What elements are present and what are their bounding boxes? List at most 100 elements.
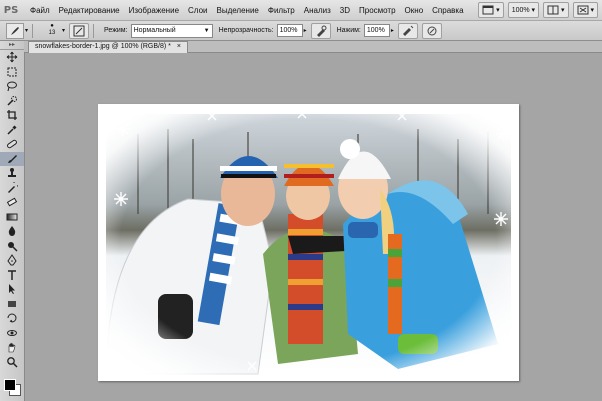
pen-icon	[7, 254, 17, 266]
tools-panel: ▸▸	[0, 41, 25, 401]
arrange-icon	[547, 5, 559, 15]
bandage-icon	[7, 140, 17, 149]
type-tool[interactable]	[0, 268, 24, 283]
3d-rotate-icon	[7, 313, 17, 323]
close-tab-icon[interactable]: ×	[177, 43, 181, 50]
menu-window[interactable]: Окно	[405, 6, 424, 15]
crop-tool[interactable]	[0, 108, 24, 123]
eyedropper-icon	[7, 125, 17, 135]
document-tab[interactable]: snowflakes-border-1.jpg @ 100% (RGB/8) *…	[28, 41, 188, 53]
opacity-pressure-button[interactable]	[310, 22, 331, 39]
menu-layers[interactable]: Слои	[188, 6, 207, 15]
menu-view[interactable]: Просмотр	[359, 6, 396, 15]
hand-tool[interactable]	[0, 340, 24, 355]
lasso-icon	[7, 81, 17, 92]
eyedropper-tool[interactable]	[0, 123, 24, 138]
brush-dropdown-arrow[interactable]: ▾	[62, 27, 65, 34]
document-tab-bar: snowflakes-border-1.jpg @ 100% (RGB/8) *…	[24, 41, 602, 53]
lasso-tool[interactable]	[0, 79, 24, 94]
screen-mode-icon	[482, 5, 494, 15]
opacity-label: Непрозрачность:	[218, 27, 274, 34]
3d-orbit-icon	[7, 329, 17, 336]
preset-dropdown-arrow[interactable]: ▾	[25, 27, 28, 34]
rectangle-icon	[8, 300, 16, 307]
menu-file[interactable]: Файл	[30, 6, 50, 15]
menu-3d[interactable]: 3D	[340, 6, 350, 15]
pressure-label: Нажим:	[336, 27, 361, 34]
options-bar: ▾ ● 13 ▾ Режим: Нормальный Непрозрачност…	[0, 21, 602, 41]
brush-tool[interactable]	[0, 151, 24, 166]
screen-mode-button[interactable]: ▾	[478, 2, 504, 18]
menu-analysis[interactable]: Анализ	[304, 6, 331, 15]
marquee-tool[interactable]	[0, 65, 24, 80]
airbrush-button[interactable]	[397, 22, 418, 39]
airbrush-icon	[402, 25, 414, 36]
zoom-level-select[interactable]: 100% ▾	[507, 2, 540, 18]
quick-select-tool[interactable]	[0, 94, 24, 109]
app-logo: PS	[3, 4, 19, 16]
tool-preset-picker[interactable]	[6, 22, 24, 39]
pen-tool[interactable]	[0, 253, 24, 268]
foreground-color-swatch[interactable]	[4, 379, 16, 391]
type-icon	[8, 270, 16, 280]
menu-filter[interactable]: Фильтр	[268, 6, 295, 15]
tablet-pressure-icon	[427, 26, 437, 35]
brush-preset-picker[interactable]: ● 13	[43, 23, 61, 39]
opacity-input[interactable]: 100%	[276, 24, 303, 37]
healing-brush-tool[interactable]	[0, 137, 24, 152]
blur-tool[interactable]	[0, 224, 24, 239]
zoom-level-value: 100%	[511, 6, 530, 14]
dodge-tool[interactable]	[0, 239, 24, 254]
arrow-cursor-icon	[9, 284, 15, 295]
pressure-dropdown-arrow[interactable]: ▸	[391, 27, 394, 34]
brush-size-value: 13	[48, 29, 56, 36]
blend-mode-select[interactable]: Нормальный	[130, 23, 213, 38]
pen-pressure-icon	[316, 25, 327, 37]
arrange-documents-button[interactable]: ▾	[543, 2, 569, 18]
3d-orbit-tool[interactable]	[0, 326, 24, 341]
separator	[93, 23, 95, 38]
magnifier-icon	[7, 356, 18, 368]
menu-help[interactable]: Справка	[432, 6, 463, 15]
zoom-tool[interactable]	[0, 355, 24, 370]
path-selection-tool[interactable]	[0, 282, 24, 297]
stamp-icon	[8, 168, 16, 178]
gradient-tool[interactable]	[0, 210, 24, 225]
menu-select[interactable]: Выделение	[216, 6, 258, 15]
separator	[32, 23, 34, 38]
crop-icon	[7, 110, 17, 121]
history-brush-tool[interactable]	[0, 181, 24, 196]
document-tab-title: snowflakes-border-1.jpg @ 100% (RGB/8) *	[35, 43, 171, 50]
paintbrush-icon	[8, 154, 17, 163]
3d-rotate-tool[interactable]	[0, 311, 24, 326]
clone-stamp-tool[interactable]	[0, 166, 24, 181]
mode-label: Режим:	[104, 27, 128, 34]
droplet-icon	[8, 226, 16, 237]
brush-icon	[11, 26, 19, 35]
move-icon	[6, 51, 18, 63]
menu-bar: PS Файл Редактирование Изображение Слои …	[0, 0, 602, 21]
dodge-icon	[8, 241, 18, 252]
brush-panel-toggle[interactable]	[69, 22, 90, 39]
hand-icon	[8, 343, 16, 353]
toolbox-grip[interactable]: ▸▸	[0, 41, 24, 50]
eraser-tool[interactable]	[0, 195, 24, 210]
menu-edit[interactable]: Редактирование	[59, 6, 120, 15]
eraser-icon	[6, 197, 18, 207]
document-image[interactable]	[98, 104, 519, 381]
shape-tool[interactable]	[0, 297, 24, 312]
history-brush-icon	[8, 181, 18, 193]
color-swatches[interactable]	[4, 379, 21, 396]
brush-dot-icon: ●	[50, 22, 54, 29]
marquee-icon	[7, 67, 17, 77]
menu-right-controls: ▾ 100% ▾ ▾ ▾	[474, 0, 598, 20]
size-pressure-button[interactable]	[421, 22, 442, 39]
gradient-icon	[6, 213, 18, 221]
layout-icon	[577, 5, 589, 15]
pressure-input[interactable]: 100%	[363, 24, 390, 37]
frost-vignette	[98, 104, 519, 381]
move-tool[interactable]	[0, 50, 24, 65]
screen-layout-button[interactable]: ▾	[572, 2, 598, 18]
opacity-dropdown-arrow[interactable]: ▸	[304, 27, 307, 34]
menu-image[interactable]: Изображение	[129, 6, 179, 15]
